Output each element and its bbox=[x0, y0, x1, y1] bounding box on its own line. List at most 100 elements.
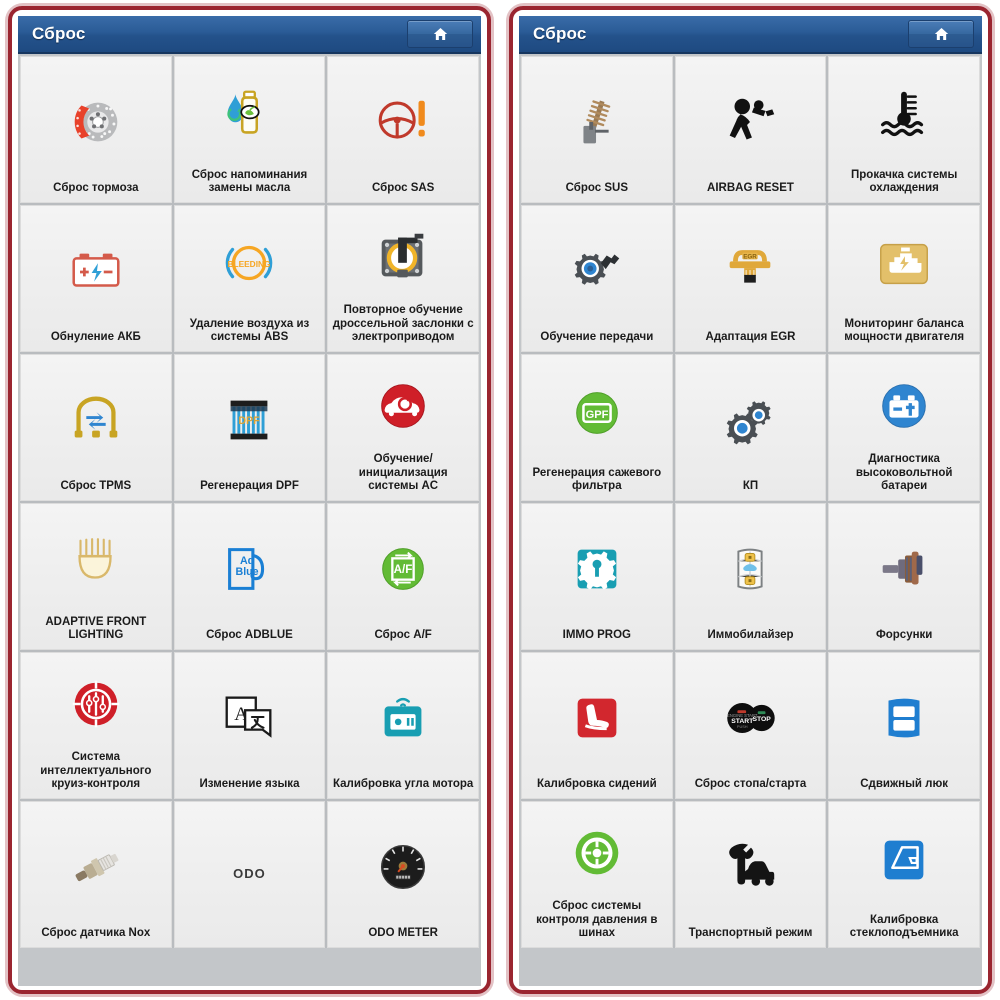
tile-label: Сброс SUS bbox=[565, 182, 629, 195]
tile-dpf-filter-icon[interactable]: DPF Регенерация DPF bbox=[173, 354, 326, 501]
tile-label: Диагностика высоковольтной батареи bbox=[855, 453, 953, 493]
tile-brake-disc-icon[interactable]: Сброс тормоза bbox=[20, 56, 172, 203]
svg-text:EGR: EGR bbox=[744, 253, 758, 260]
immobilizer-key-icon bbox=[680, 508, 822, 629]
tile-label: Адаптация EGR bbox=[705, 331, 796, 344]
tile-suspension-icon[interactable]: Сброс SUS bbox=[521, 56, 673, 203]
tile-ac-car-icon[interactable]: Обучение/ инициализация системы AC bbox=[327, 354, 479, 501]
tile-injector-icon[interactable]: Форсунки bbox=[828, 503, 980, 650]
tile-odo-text-icon[interactable]: ODO bbox=[173, 801, 326, 948]
tile-battery-icon[interactable]: Обнуление АКБ bbox=[20, 205, 172, 352]
tile-steering-wheel-warning-icon[interactable]: Сброс SAS bbox=[327, 56, 479, 203]
tile-grid-wrapper-right: Сброс SUS AIRBAG RESET Прокачка системы … bbox=[519, 54, 982, 986]
svg-text:A/F: A/F bbox=[394, 563, 413, 576]
tile-transport-mode-icon[interactable]: Транспортный режим bbox=[674, 801, 827, 948]
af-ratio-icon: A/F bbox=[332, 508, 474, 629]
tile-window-regulator-icon[interactable]: Калибровка стеклоподъемника bbox=[828, 801, 980, 948]
nox-sensor-icon bbox=[25, 806, 167, 927]
titlebar-right: Сброс bbox=[519, 16, 982, 54]
gearbox-cogs-icon bbox=[680, 359, 822, 480]
tile-grid-right: Сброс SUS AIRBAG RESET Прокачка системы … bbox=[521, 56, 980, 948]
tile-oil-bottle-icon[interactable]: Сброс напоминания замены масла bbox=[173, 56, 326, 203]
tile-tpms-icon[interactable]: Сброс TPMS bbox=[20, 354, 172, 501]
tile-gearbox-cogs-icon[interactable]: КП bbox=[674, 354, 827, 501]
home-icon bbox=[433, 28, 447, 40]
steering-wheel-warning-icon bbox=[332, 61, 474, 182]
tile-headlamp-icon[interactable]: ADAPTIVE FRONT LIGHTING bbox=[20, 503, 172, 650]
tile-engine-power-icon[interactable]: Мониторинг баланса мощности двигателя bbox=[828, 205, 980, 352]
page-title: Сброс bbox=[32, 24, 86, 43]
immo-chip-icon bbox=[526, 508, 668, 629]
device-panel-right: Сброс Сброс SUS AIRBAG RESET Прокачка си… bbox=[506, 3, 995, 997]
transport-mode-icon bbox=[680, 806, 822, 927]
home-button[interactable] bbox=[407, 20, 473, 48]
svg-text:STOP: STOP bbox=[753, 716, 772, 723]
tpms-icon bbox=[25, 359, 167, 480]
tile-af-ratio-icon[interactable]: A/F Сброс A/F bbox=[327, 503, 479, 650]
tile-label: Изменение языка bbox=[199, 778, 300, 791]
tile-label: Сдвижный люк bbox=[860, 778, 949, 791]
tile-throttle-body-icon[interactable]: Повторное обучение дроссельной заслонки … bbox=[327, 205, 479, 352]
tile-airbag-crash-icon[interactable]: AIRBAG RESET bbox=[674, 56, 827, 203]
tile-label: IMMO PROG bbox=[562, 629, 632, 642]
gpf-icon: GPF bbox=[526, 359, 668, 467]
tile-label: Калибровка сидений bbox=[536, 778, 657, 791]
tile-hv-battery-icon[interactable]: Диагностика высоковольтной батареи bbox=[828, 354, 980, 501]
tile-label: Сброс A/F bbox=[374, 629, 432, 642]
tile-label: Сброс ADBLUE bbox=[206, 629, 293, 642]
tile-cruise-control-icon[interactable]: Система интеллектуального круиз-контроля bbox=[20, 652, 172, 799]
dual-screenshot-container: Сброс Сброс тормоза Сброс напоминания за… bbox=[0, 0, 1000, 1000]
titlebar-left: Сброс bbox=[18, 16, 481, 54]
seat-calibration-icon bbox=[526, 657, 668, 778]
tile-sunroof-icon[interactable]: Сдвижный люк bbox=[828, 652, 980, 799]
tile-adblue-icon[interactable]: Ad Blue Сброс ADBLUE bbox=[173, 503, 326, 650]
tile-gpf-icon[interactable]: GPF Регенерация сажевого фильтра bbox=[521, 354, 673, 501]
tile-tire-pressure-icon[interactable]: Сброс системы контроля давления в шинах bbox=[521, 801, 673, 948]
sunroof-icon bbox=[833, 657, 975, 778]
tile-grid-left: Сброс тормоза Сброс напоминания замены м… bbox=[20, 56, 479, 948]
ac-car-icon bbox=[332, 359, 474, 453]
tile-label: Прокачка системы охлаждения bbox=[851, 168, 958, 195]
tile-label: ODO METER bbox=[368, 927, 438, 940]
home-button[interactable] bbox=[908, 20, 974, 48]
tile-egr-valve-icon[interactable]: EGR Адаптация EGR bbox=[674, 205, 827, 352]
tile-label: Сброс датчика Nox bbox=[41, 927, 151, 940]
tile-label: AIRBAG RESET bbox=[707, 182, 794, 195]
tile-start-stop-icon[interactable]: ENGINE START START PUSH STOP Сброс стопа/… bbox=[674, 652, 827, 799]
tile-label: Обучение передачи bbox=[540, 331, 654, 344]
tile-label: КП bbox=[742, 480, 759, 493]
tile-gear-learning-icon[interactable]: Обучение передачи bbox=[521, 205, 673, 352]
tile-label: Сброс SAS bbox=[371, 182, 435, 195]
hv-battery-icon bbox=[833, 359, 975, 453]
tile-seat-calibration-icon[interactable]: Калибровка сидений bbox=[521, 652, 673, 799]
engine-power-icon bbox=[833, 210, 975, 318]
tile-immobilizer-key-icon[interactable]: Иммобилайзер bbox=[674, 503, 827, 650]
tile-label: Система интеллектуального круиз-контроля bbox=[40, 751, 152, 791]
tile-motor-angle-icon[interactable]: Калибровка угла мотора bbox=[327, 652, 479, 799]
odo-text-icon: ODO bbox=[233, 866, 266, 881]
tile-abs-bleeding-icon[interactable]: BLEEDING Удаление воздуха из системы ABS bbox=[173, 205, 326, 352]
tile-label: Мониторинг баланса мощности двигателя bbox=[844, 317, 965, 344]
tile-label: Калибровка стеклоподъемника bbox=[849, 913, 959, 940]
brake-disc-icon bbox=[25, 61, 167, 182]
tile-coolant-temp-icon[interactable]: Прокачка системы охлаждения bbox=[828, 56, 980, 203]
tile-nox-sensor-icon[interactable]: Сброс датчика Nox bbox=[20, 801, 172, 948]
window-regulator-icon bbox=[833, 806, 975, 914]
gear-learning-icon bbox=[526, 210, 668, 331]
motor-angle-icon bbox=[332, 657, 474, 778]
tile-label: Иммобилайзер bbox=[707, 629, 794, 642]
tile-label: Форсунки bbox=[875, 629, 933, 642]
tile-odo-meter-icon[interactable]: ODO METER bbox=[327, 801, 479, 948]
tire-pressure-icon bbox=[526, 806, 668, 900]
tile-immo-chip-icon[interactable]: IMMO PROG bbox=[521, 503, 673, 650]
svg-text:PUSH: PUSH bbox=[737, 724, 748, 729]
tile-language-switch-icon[interactable]: A Изменение языка bbox=[173, 652, 326, 799]
cruise-control-icon bbox=[25, 657, 167, 751]
tile-label: Сброс стопа/старта bbox=[694, 778, 807, 791]
device-panel-left: Сброс Сброс тормоза Сброс напоминания за… bbox=[5, 3, 494, 997]
svg-text:DPF: DPF bbox=[239, 415, 261, 427]
start-stop-icon: ENGINE START START PUSH STOP bbox=[680, 657, 822, 778]
egr-valve-icon: EGR bbox=[680, 210, 822, 331]
tile-label: Обнуление АКБ bbox=[50, 331, 141, 344]
dpf-filter-icon: DPF bbox=[179, 359, 321, 480]
